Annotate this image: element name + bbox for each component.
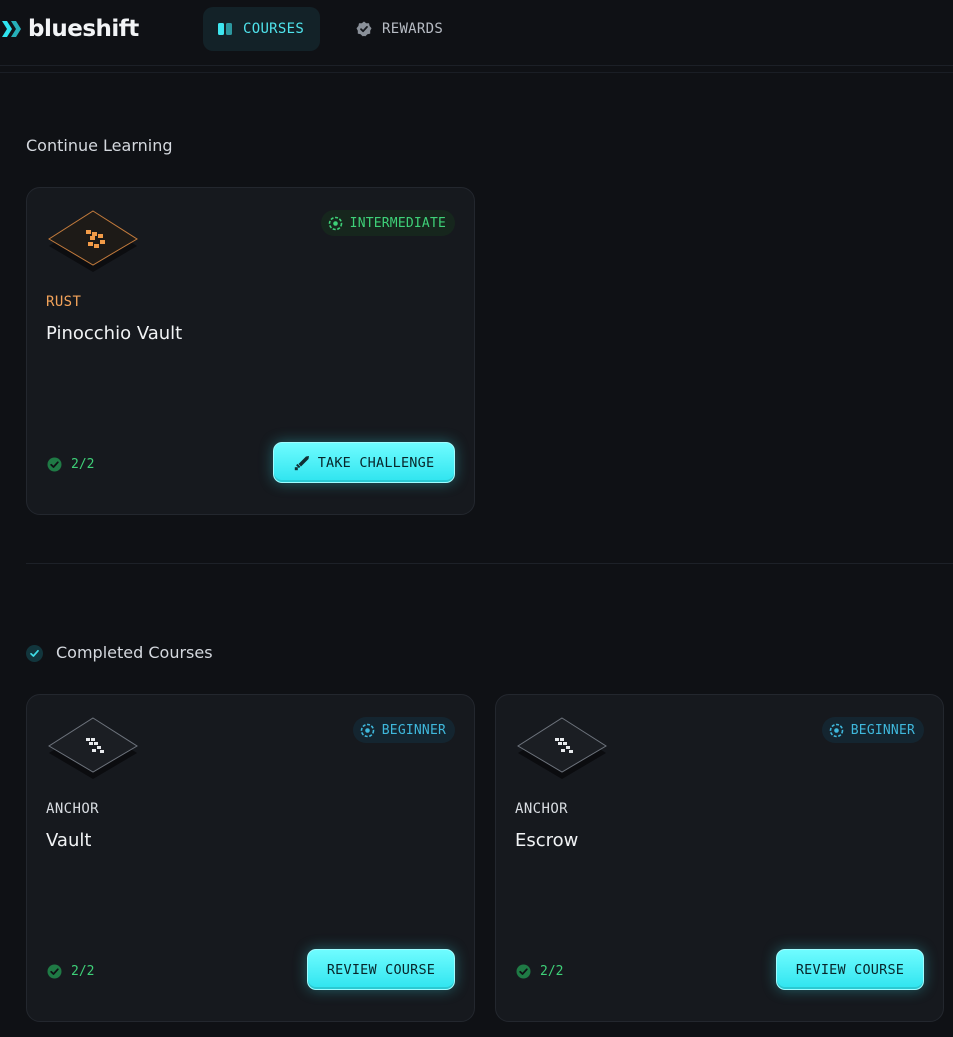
level-ring-icon [328, 216, 342, 230]
level-badge: BEGINNER [352, 717, 455, 743]
check-circle-icon [516, 964, 531, 979]
nav-tab-courses[interactable]: COURSES [203, 7, 320, 51]
course-title: Escrow [515, 830, 579, 851]
section-divider [26, 563, 953, 564]
course-card[interactable]: BEGINNER ANCHOR Vault 2/2 REVIEW COURSE [26, 694, 475, 1022]
course-title: Vault [46, 830, 92, 851]
top-bar: blueshift COURSES REWARDS [0, 0, 953, 66]
course-card[interactable]: INTERMEDIATE RUST Pinocchio Vault 2/2 TA… [26, 187, 475, 515]
level-badge: INTERMEDIATE [320, 210, 455, 236]
header-divider [0, 72, 953, 73]
check-circle-icon [47, 964, 62, 979]
course-language: RUST [46, 294, 82, 310]
course-progress: 2/2 [47, 964, 94, 979]
level-ring-icon [829, 723, 844, 737]
book-icon [218, 23, 232, 35]
course-language: ANCHOR [46, 801, 99, 817]
course-language: ANCHOR [515, 801, 568, 817]
review-course-button[interactable]: REVIEW COURSE [307, 949, 455, 990]
brand-name: blueshift [28, 16, 139, 42]
nav-tab-label: COURSES [243, 21, 305, 37]
rust-glyph-icon [48, 210, 138, 272]
level-badge: BEGINNER [821, 717, 924, 743]
anchor-glyph-icon [48, 717, 138, 779]
level-ring-icon [360, 723, 375, 737]
course-card[interactable]: BEGINNER ANCHOR Escrow 2/2 REVIEW COURSE [495, 694, 944, 1022]
continue-learning-heading: Continue Learning [26, 136, 173, 155]
course-title: Pinocchio Vault [46, 323, 183, 344]
nav-tab-rewards[interactable]: REWARDS [342, 7, 462, 51]
check-circle-icon [47, 457, 62, 472]
course-progress: 2/2 [516, 964, 563, 979]
anchor-glyph-icon [517, 717, 607, 779]
review-course-button[interactable]: REVIEW COURSE [776, 949, 924, 990]
completed-check-icon [26, 645, 43, 662]
brand-logo[interactable]: blueshift [2, 14, 139, 44]
take-challenge-button[interactable]: TAKE CHALLENGE [273, 442, 455, 483]
sword-icon [294, 455, 309, 470]
completed-courses-heading: Completed Courses [56, 643, 213, 662]
badge-check-icon [356, 21, 372, 37]
blueshift-logo-icon [2, 21, 21, 37]
nav-tab-label: REWARDS [382, 21, 444, 37]
course-progress: 2/2 [47, 457, 94, 472]
